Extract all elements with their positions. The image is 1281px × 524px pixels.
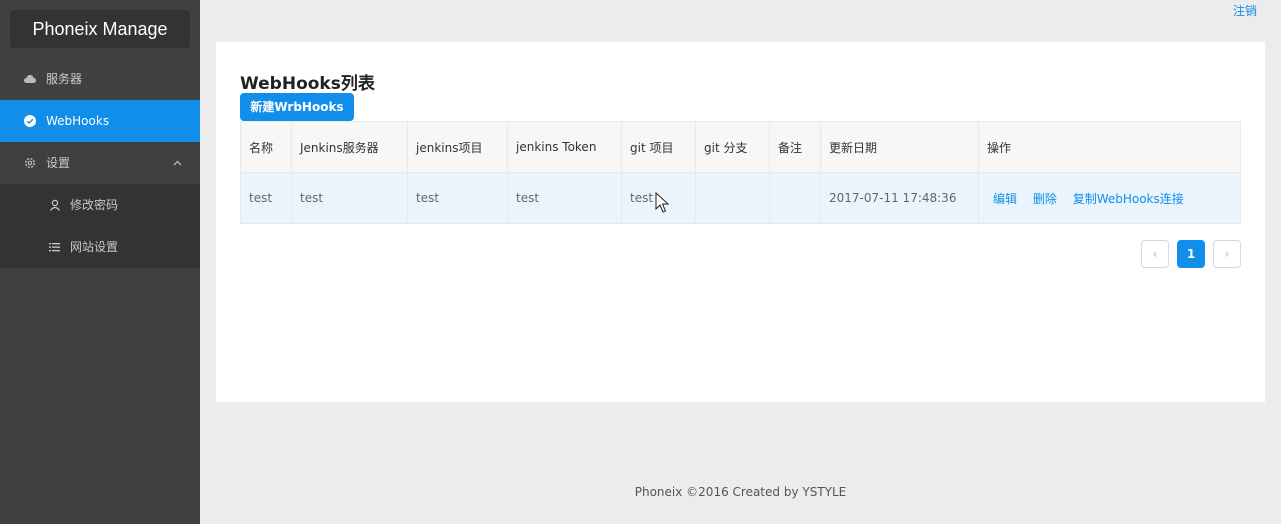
edit-link[interactable]: 编辑	[993, 192, 1017, 206]
webhooks-table: 名称 Jenkins服务器 jenkins项目 jenkins Token gi…	[240, 121, 1241, 224]
pagination-prev-button[interactable]: ‹	[1141, 240, 1169, 268]
pagination-next-button[interactable]: ›	[1213, 240, 1241, 268]
sidebar-item-label: 设置	[46, 156, 71, 170]
column-header-jenkins-token[interactable]: jenkins Token	[507, 121, 622, 173]
copy-webhook-link[interactable]: 复制WebHooks连接	[1073, 192, 1184, 206]
delete-link[interactable]: 删除	[1033, 192, 1057, 206]
sidebar-item-label: 网站设置	[70, 240, 119, 254]
cell-jenkins-project: test	[407, 172, 508, 224]
cell-name: test	[240, 172, 292, 224]
column-header-git-branch[interactable]: git 分支	[695, 121, 770, 173]
sidebar-item-servers[interactable]: 服务器	[0, 58, 200, 100]
cell-updated: 2017-07-11 17:48:36	[820, 172, 979, 224]
sidebar-item-change-password[interactable]: 修改密码	[0, 184, 200, 226]
sidebar-item-label: 修改密码	[70, 198, 119, 212]
column-header-jenkins-project[interactable]: jenkins项目	[407, 121, 508, 173]
check-circle-icon	[24, 100, 36, 142]
cell-remark	[769, 172, 821, 224]
footer-text: Phoneix ©2016 Created by YSTYLE	[634, 485, 847, 499]
column-header-actions: 操作	[978, 121, 1241, 173]
cell-jenkins-token: test	[507, 172, 622, 224]
sidebar-item-webhooks[interactable]: WebHooks	[0, 100, 200, 142]
content-card: WebHooks列表 新建WrbHooks 名称 Jenkins服务器 jenk…	[216, 42, 1265, 402]
column-header-git-project[interactable]: git 项目	[621, 121, 696, 173]
cell-jenkins-server: test	[291, 172, 408, 224]
pagination-page-button[interactable]: 1	[1177, 240, 1205, 268]
column-header-name[interactable]: 名称	[240, 121, 292, 173]
list-icon	[49, 226, 61, 268]
app-logo: Phoneix Manage	[10, 10, 190, 48]
table-header-row: 名称 Jenkins服务器 jenkins项目 jenkins Token gi…	[240, 121, 1241, 173]
cloud-icon	[24, 58, 36, 100]
table-row: test test test test test 2017-07-11 17:4…	[240, 172, 1241, 224]
gear-icon	[24, 142, 36, 184]
page-title: WebHooks列表	[240, 74, 375, 94]
sidebar-item-settings[interactable]: 设置	[0, 142, 200, 184]
column-header-updated[interactable]: 更新日期	[820, 121, 979, 173]
sidebar: Phoneix Manage 服务器 WebHooks 设置 修改密码 网站设置	[0, 0, 200, 524]
sidebar-item-label: 服务器	[46, 72, 83, 86]
chevron-up-icon	[173, 142, 182, 184]
new-webhook-button[interactable]: 新建WrbHooks	[240, 93, 354, 121]
cell-git-branch	[695, 172, 770, 224]
mouse-cursor-icon	[655, 191, 670, 217]
logout-link[interactable]: 注销	[1233, 2, 1257, 19]
sidebar-item-label: WebHooks	[46, 114, 110, 128]
column-header-jenkins-server[interactable]: Jenkins服务器	[291, 121, 408, 173]
cell-actions: 编辑 删除 复制WebHooks连接	[978, 172, 1241, 224]
column-header-remark[interactable]: 备注	[769, 121, 821, 173]
user-icon	[49, 184, 61, 226]
settings-submenu: 修改密码 网站设置	[0, 184, 200, 268]
sidebar-item-site-settings[interactable]: 网站设置	[0, 226, 200, 268]
